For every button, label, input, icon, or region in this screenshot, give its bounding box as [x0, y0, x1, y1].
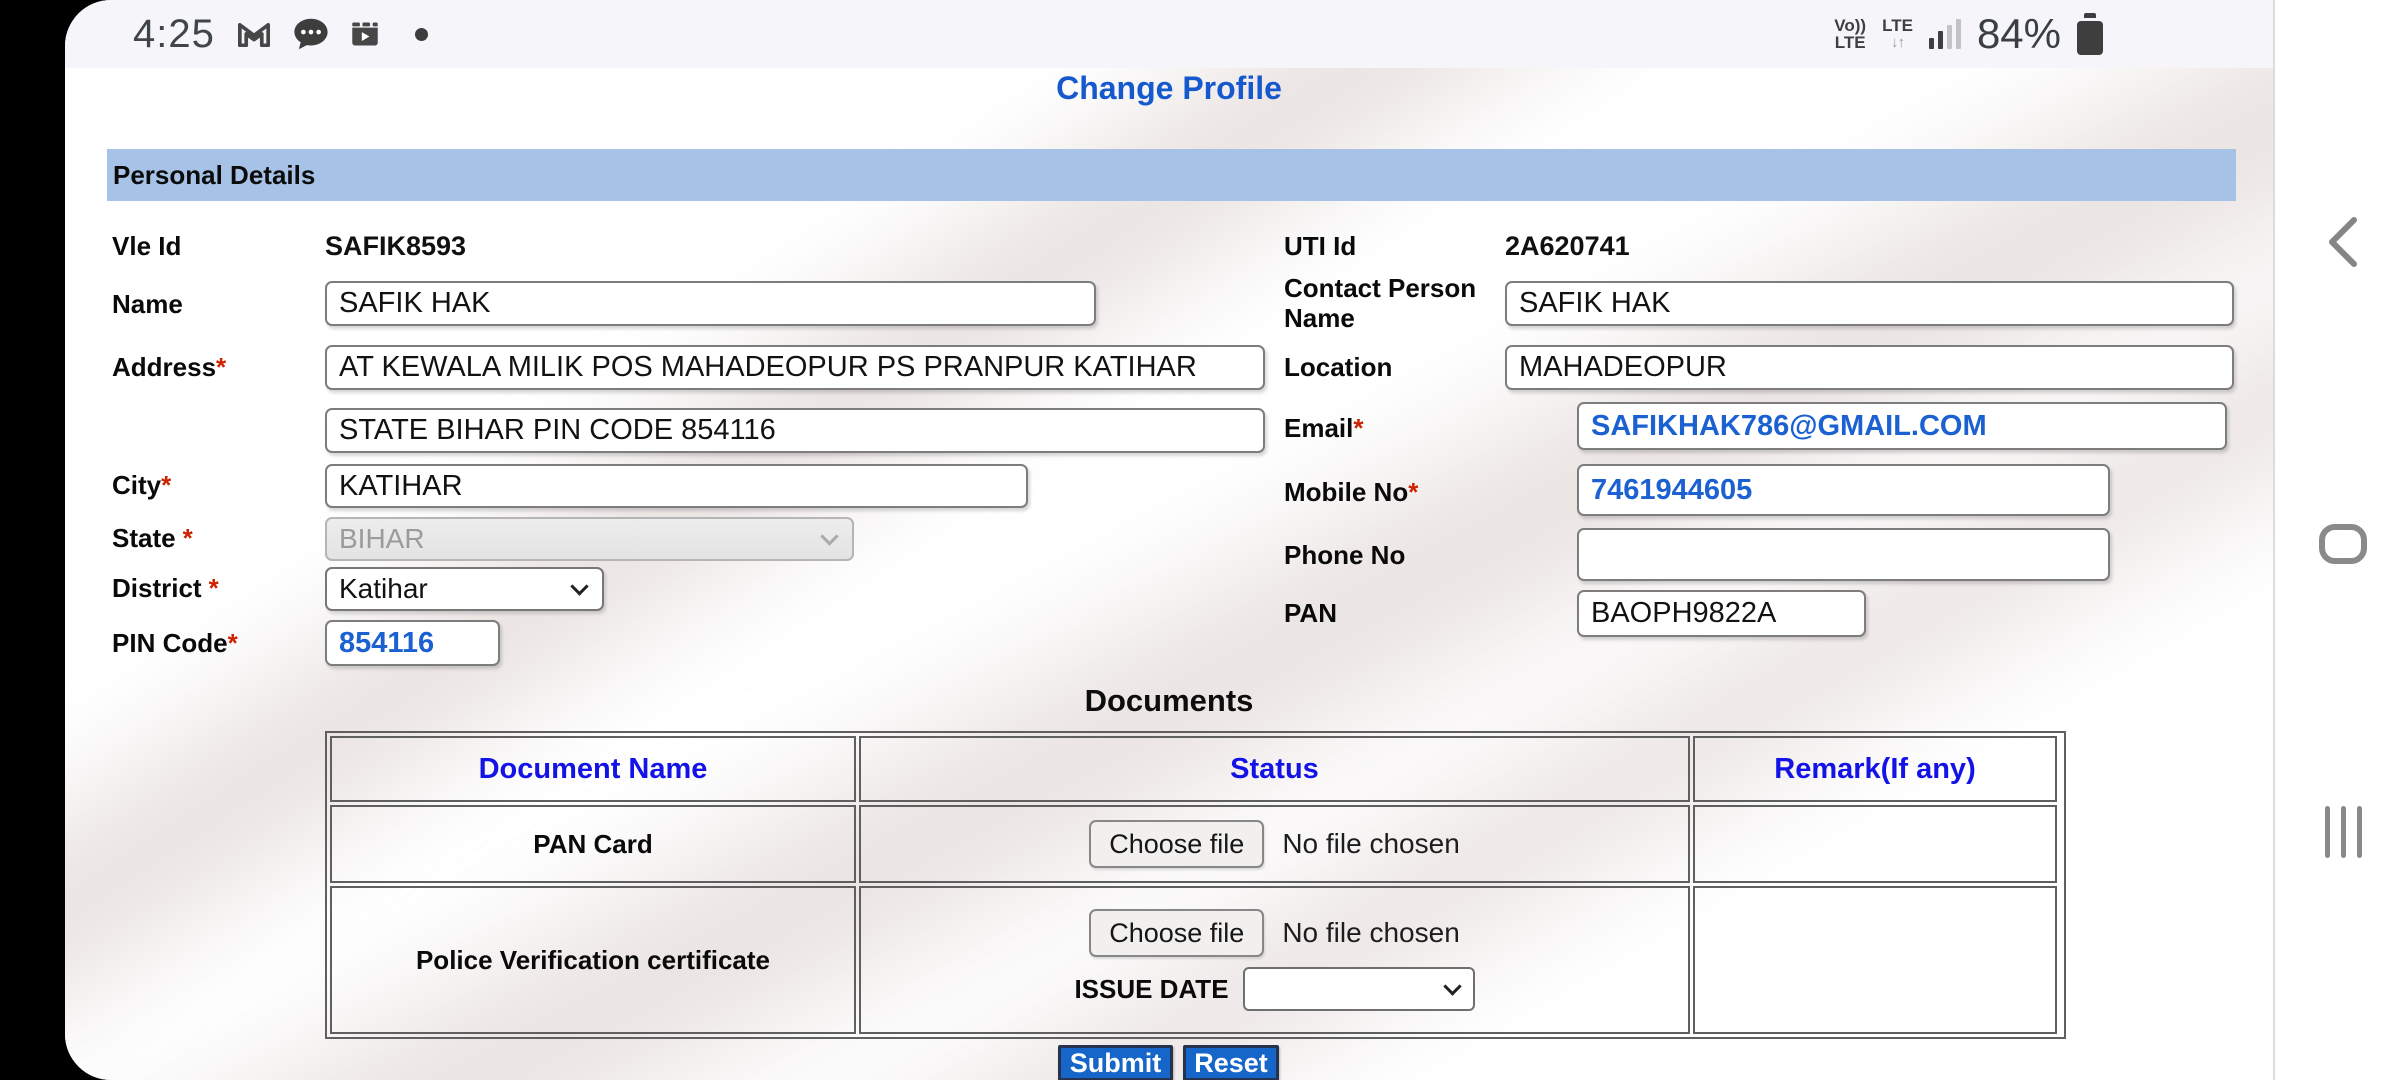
file-status-text: No file chosen: [1282, 828, 1459, 860]
address-line2-input[interactable]: STATE BIHAR PIN CODE 854116: [325, 408, 1265, 453]
doc-remark-police-verification: [1693, 886, 2057, 1034]
issue-date-label: ISSUE DATE: [1074, 974, 1228, 1005]
state-label: State*: [112, 523, 193, 553]
contact-person-input[interactable]: SAFIK HAK: [1505, 281, 2234, 326]
navigation-bar: [2273, 0, 2408, 1080]
gmail-icon: [237, 21, 271, 47]
reset-button[interactable]: Reset: [1183, 1045, 1279, 1080]
address-input[interactable]: AT KEWALA MILIK POS MAHADEOPUR PS PRANPU…: [325, 345, 1265, 390]
page-title: Change Profile: [65, 70, 2273, 107]
signal-strength-icon: [1929, 19, 1961, 49]
notification-dot: [415, 28, 428, 41]
phone-label: Phone No: [1284, 540, 1405, 570]
video-icon: [351, 21, 379, 47]
district-label: District*: [112, 573, 219, 603]
volte-icon: Vo)) LTE: [1834, 17, 1866, 51]
city-input[interactable]: KATIHAR: [325, 464, 1028, 508]
district-select[interactable]: Katihar: [325, 567, 604, 611]
vle-id-value: SAFIK8593: [325, 231, 466, 262]
section-header-personal-details: Personal Details: [107, 149, 2236, 201]
phone-screen: 4:25: [65, 0, 2408, 1080]
location-input[interactable]: MAHADEOPUR: [1505, 345, 2234, 390]
doc-name-pan-card: PAN Card: [330, 805, 856, 883]
choose-file-button[interactable]: Choose file: [1089, 820, 1264, 868]
status-bar: 4:25: [65, 0, 2273, 68]
back-icon: [2322, 214, 2364, 270]
section-header-label: Personal Details: [113, 160, 315, 191]
contact-person-label: Contact Person Name: [1284, 273, 1509, 333]
device-screenshot: 4:25: [0, 0, 2408, 1080]
pan-input[interactable]: BAOPH9822A: [1577, 590, 1866, 637]
clock: 4:25: [133, 12, 215, 57]
file-status-text: No file chosen: [1282, 917, 1459, 949]
email-input[interactable]: SAFIKHAK786@GMAIL.COM: [1577, 402, 2227, 450]
uti-id-value: 2A620741: [1505, 231, 1630, 262]
documents-heading: Documents: [65, 683, 2273, 719]
address-label: Address*: [112, 352, 226, 382]
browser-viewport: Change Profile Personal Details Vle Id S…: [65, 68, 2273, 1080]
pin-code-label: PIN Code*: [112, 628, 238, 658]
home-button[interactable]: [2275, 523, 2408, 565]
chevron-down-icon: [570, 577, 588, 595]
email-label: Email*: [1284, 413, 1364, 443]
back-button[interactable]: [2275, 214, 2408, 270]
battery-icon: [2077, 13, 2103, 55]
col-header-status: Status: [859, 736, 1690, 802]
state-select: BIHAR: [325, 517, 854, 561]
recents-button[interactable]: [2275, 803, 2408, 861]
city-label: City*: [112, 470, 171, 500]
home-icon: [2318, 523, 2368, 565]
battery-percent: 84%: [1977, 10, 2061, 58]
uti-id-label: UTI Id: [1284, 231, 1356, 261]
lte-updown-icon: LTE ↓↑: [1882, 17, 1913, 51]
choose-file-button[interactable]: Choose file: [1089, 909, 1264, 957]
phone-input[interactable]: [1577, 528, 2110, 581]
name-label: Name: [112, 289, 183, 319]
doc-status-police-verification: Choose file No file chosen ISSUE DATE: [859, 886, 1690, 1034]
submit-button[interactable]: Submit: [1058, 1045, 1173, 1080]
pan-label: PAN: [1284, 598, 1337, 628]
chevron-down-icon: [820, 527, 838, 545]
documents-table: Document Name Status Remark(If any) PAN …: [325, 731, 2066, 1039]
chevron-down-icon: [1443, 977, 1461, 995]
recents-icon: [2319, 803, 2367, 861]
name-input[interactable]: SAFIK HAK: [325, 281, 1096, 326]
mobile-label: Mobile No*: [1284, 477, 1418, 507]
doc-name-police-verification: Police Verification certificate: [330, 886, 856, 1034]
issue-date-select[interactable]: [1243, 967, 1475, 1011]
doc-status-pan-card: Choose file No file chosen: [859, 805, 1690, 883]
doc-remark-pan-card: [1693, 805, 2057, 883]
pin-code-input[interactable]: 854116: [325, 620, 500, 666]
col-header-document-name: Document Name: [330, 736, 856, 802]
vle-id-label: Vle Id: [112, 231, 181, 261]
col-header-remark: Remark(If any): [1693, 736, 2057, 802]
location-label: Location: [1284, 352, 1392, 382]
mobile-input[interactable]: 7461944605: [1577, 464, 2110, 516]
chat-icon: [293, 17, 329, 51]
